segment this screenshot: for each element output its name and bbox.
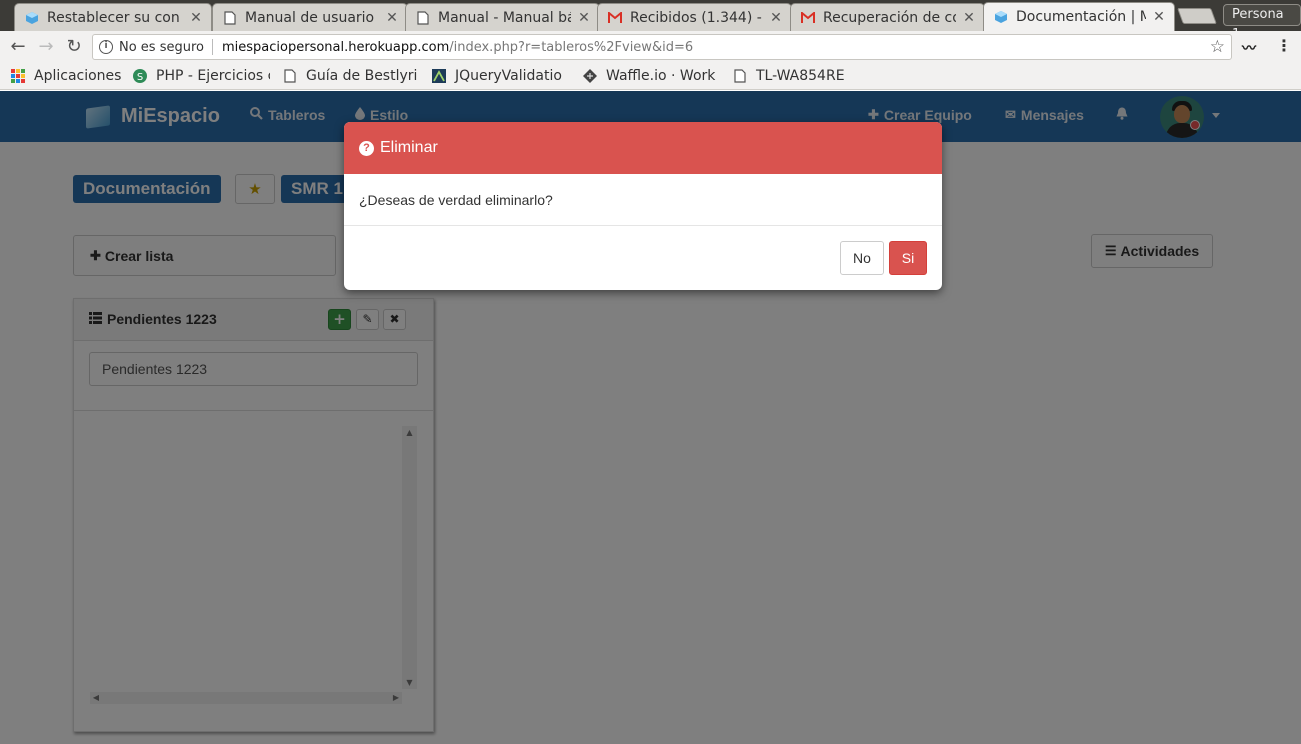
browser-tab[interactable]: Recuperación de co ✕ — [790, 3, 985, 31]
bookmarks-bar: Aplicaciones S PHP - Ejercicios c Guía d… — [0, 63, 1301, 90]
modal-title: Eliminar — [380, 139, 438, 156]
bookmark-item[interactable]: S PHP - Ejercicios c — [132, 67, 270, 85]
bookmark-item[interactable]: JQueryValidatio — [431, 67, 569, 85]
info-icon[interactable]: i — [99, 40, 113, 54]
yes-button[interactable]: Si — [889, 241, 927, 275]
divider — [344, 225, 942, 226]
close-icon[interactable]: ✕ — [1152, 9, 1166, 25]
page-icon — [282, 68, 298, 84]
browser-tab-active[interactable]: Documentación | M ✕ — [983, 2, 1175, 31]
bookmark-label: TL-WA854RE — [756, 68, 845, 84]
tab-title: Documentación | M — [1016, 9, 1146, 25]
url-host: miespaciopersonal.herokuapp.com — [222, 39, 450, 55]
waffle-icon — [582, 68, 598, 84]
url-path: /index.php?r=tableros%2Fview&id=6 — [449, 39, 694, 55]
gmail-icon — [801, 11, 815, 25]
divider — [212, 39, 213, 55]
browser-tab[interactable]: Manual de usuario ✕ — [212, 3, 408, 31]
reload-icon[interactable]: ↻ — [63, 36, 85, 58]
modal-header: ? Eliminar — [344, 122, 942, 174]
forward-arrow-icon[interactable]: → — [35, 36, 57, 58]
bookmark-item[interactable]: Guía de Bestlyric — [282, 67, 418, 85]
tab-title: Restablecer su con — [47, 9, 180, 26]
bookmark-apps[interactable]: Aplicaciones — [10, 67, 121, 85]
close-icon[interactable]: ✕ — [385, 10, 399, 26]
profile-button[interactable]: Persona 1 — [1223, 4, 1301, 42]
back-arrow-icon[interactable]: ← — [7, 36, 29, 58]
browser-tab[interactable]: Restablecer su con ✕ — [14, 3, 212, 31]
bookmark-label: Guía de Bestlyric — [306, 68, 418, 84]
close-icon[interactable]: ✕ — [189, 10, 203, 26]
cube-icon — [994, 10, 1008, 24]
close-icon[interactable]: ✕ — [962, 10, 976, 26]
modal-message: ¿Deseas de verdad eliminarlo? — [359, 192, 553, 208]
bookmark-label: PHP - Ejercicios c — [156, 68, 270, 84]
tab-title: Manual de usuario — [245, 9, 375, 26]
jquery-icon — [431, 68, 447, 84]
bookmark-star-icon[interactable]: ☆ — [1210, 37, 1225, 57]
tab-title: Manual - Manual bá — [438, 9, 571, 26]
tab-title: Recibidos (1.344) - c — [630, 9, 763, 26]
security-label: No es seguro — [119, 39, 204, 55]
bookmark-label: JQueryValidatio — [455, 68, 562, 84]
bookmark-item[interactable]: Waffle.io · Work — [582, 67, 718, 85]
close-icon[interactable]: ✕ — [577, 10, 591, 26]
browser-tabstrip: Restablecer su con ✕ Manual de usuario ✕… — [0, 0, 1301, 42]
kebab-menu-icon[interactable]: ⋮ — [1276, 36, 1292, 55]
page-icon — [416, 10, 430, 25]
new-tab-button[interactable] — [1177, 8, 1217, 24]
no-button[interactable]: No — [840, 241, 884, 275]
extension-icon[interactable]: 〰 — [1242, 38, 1256, 58]
page-icon — [732, 68, 748, 84]
browser-tab[interactable]: Recibidos (1.344) - c ✕ — [597, 3, 792, 31]
close-icon[interactable]: ✕ — [769, 10, 783, 26]
bookmark-item[interactable]: TL-WA854RE — [732, 67, 845, 85]
tab-title: Recuperación de co — [823, 9, 956, 26]
address-bar[interactable]: i No es seguro miespaciopersonal.herokua… — [92, 34, 1232, 60]
gmail-icon — [608, 11, 622, 25]
svg-text:S: S — [137, 72, 143, 83]
apps-grid-icon — [10, 68, 26, 84]
question-circle-icon: ? — [359, 140, 374, 156]
browser-tab[interactable]: Manual - Manual bá ✕ — [405, 3, 600, 31]
cube-icon — [25, 11, 39, 25]
delete-confirm-modal: ? Eliminar ¿Deseas de verdad eliminarlo?… — [344, 122, 942, 290]
php-icon: S — [132, 68, 148, 84]
bookmark-label: Waffle.io · Work — [606, 68, 716, 84]
page-icon — [223, 10, 237, 25]
bookmark-label: Aplicaciones — [34, 68, 122, 84]
